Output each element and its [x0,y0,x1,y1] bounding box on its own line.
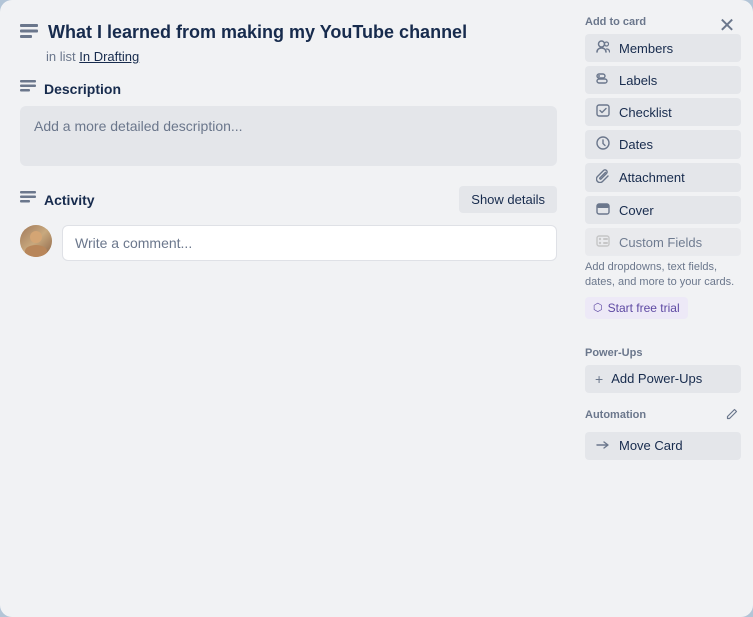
avatar-image [20,225,52,257]
modal-sidebar: Add to card Members [573,0,753,617]
custom-fields-label: Custom Fields [619,235,702,250]
description-icon [20,80,36,98]
avatar [20,225,52,257]
spacer [585,335,741,347]
power-ups-label: Power-Ups [585,347,741,359]
card-header: What I learned from making my YouTube ch… [20,20,517,45]
members-label: Members [619,41,673,56]
move-card-label: Move Card [619,438,683,453]
labels-button[interactable]: Labels [585,66,741,94]
start-trial-label: Start free trial [608,301,680,315]
power-ups-section: Power-Ups + Add Power-Ups [585,347,741,393]
automation-header: Automation [585,405,741,426]
cover-label: Cover [619,203,654,218]
description-section: Description Add a more detailed descript… [20,80,557,166]
add-power-ups-label: Add Power-Ups [611,371,702,386]
list-link[interactable]: In Drafting [79,49,139,64]
description-header: Description [20,80,557,98]
card-title: What I learned from making my YouTube ch… [48,20,467,45]
show-details-button[interactable]: Show details [459,186,557,213]
custom-fields-button: Custom Fields [585,228,741,256]
checklist-icon [595,104,611,120]
automation-section: Automation Move Card [585,405,741,460]
activity-title-group: Activity [20,191,95,209]
custom-fields-description: Add dropdowns, text fields, dates, and m… [585,260,741,291]
checklist-button[interactable]: Checklist [585,98,741,126]
members-icon [595,40,611,56]
attachment-icon [595,169,611,186]
card-modal: ✕ What I learned from making my YouTube … [0,0,753,617]
comment-row: Write a comment... [20,225,557,261]
custom-fields-section: Custom Fields Add dropdowns, text fields… [585,228,741,319]
comment-placeholder: Write a comment... [75,235,192,251]
checklist-label: Checklist [619,105,672,120]
description-title: Description [44,81,121,97]
spacer-2 [585,393,741,405]
custom-fields-icon [595,234,611,250]
close-button[interactable]: ✕ [713,12,741,40]
labels-icon [595,72,611,88]
activity-title: Activity [44,192,95,208]
comment-input[interactable]: Write a comment... [62,225,557,261]
dates-button[interactable]: Dates [585,130,741,159]
activity-header: Activity Show details [20,186,557,213]
plus-icon: + [595,371,603,387]
labels-label: Labels [619,73,657,88]
attachment-label: Attachment [619,170,685,185]
attachment-button[interactable]: Attachment [585,163,741,192]
cover-button[interactable]: Cover [585,196,741,224]
dates-icon [595,136,611,153]
card-subtitle: in list In Drafting [46,49,557,64]
cover-icon [595,202,611,218]
dates-label: Dates [619,137,653,152]
trial-icon: ⬡ [593,301,603,314]
add-power-ups-button[interactable]: + Add Power-Ups [585,365,741,393]
modal-main: What I learned from making my YouTube ch… [0,0,573,617]
activity-section: Activity Show details Write a comment... [20,186,557,261]
activity-icon [20,191,36,209]
start-trial-button[interactable]: ⬡ Start free trial [585,297,688,319]
card-icon [20,24,38,43]
description-input[interactable]: Add a more detailed description... [20,106,557,166]
automation-label: Automation [585,409,646,421]
move-card-button[interactable]: Move Card [585,432,741,460]
automation-edit-button[interactable] [723,405,741,426]
move-card-icon [595,438,611,454]
description-placeholder: Add a more detailed description... [34,118,243,134]
